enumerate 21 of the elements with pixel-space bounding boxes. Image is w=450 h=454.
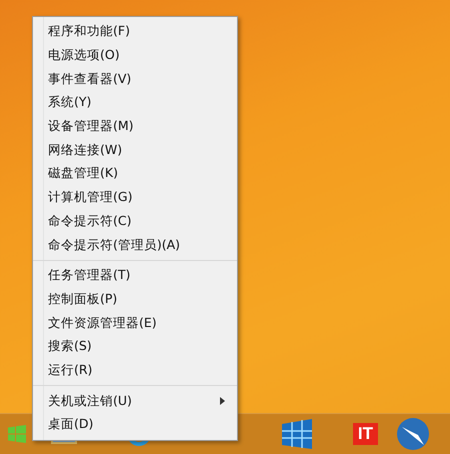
tiles-icon[interactable] bbox=[280, 418, 314, 450]
app-logo-icon[interactable]: IT bbox=[352, 423, 378, 445]
bird-icon[interactable] bbox=[396, 417, 430, 451]
menu-item[interactable]: 桌面(D) bbox=[33, 413, 237, 437]
menu-item[interactable]: 系统(Y) bbox=[33, 91, 237, 115]
menu-item[interactable]: 关机或注销(U) bbox=[33, 389, 237, 413]
menu-item[interactable]: 文件资源管理器(E) bbox=[33, 311, 237, 335]
menu-item[interactable]: 网络连接(W) bbox=[33, 138, 237, 162]
menu-item[interactable]: 磁盘管理(K) bbox=[33, 162, 237, 186]
menu-item[interactable]: 程序和功能(F) bbox=[33, 20, 237, 44]
menu-item[interactable]: 电源选项(O) bbox=[33, 44, 237, 68]
menu-item[interactable]: 任务管理器(T) bbox=[33, 264, 237, 288]
menu-item[interactable]: 计算机管理(G) bbox=[33, 186, 237, 210]
submenu-arrow-icon bbox=[220, 397, 225, 406]
menu-item[interactable]: 运行(R) bbox=[33, 358, 237, 382]
menu-item[interactable]: 搜索(S) bbox=[33, 334, 237, 359]
menu-item[interactable]: 命令提示符(C) bbox=[33, 210, 237, 234]
menu-item[interactable]: 命令提示符(管理员)(A) bbox=[33, 233, 237, 257]
menu-item[interactable]: 控制面板(P) bbox=[33, 288, 237, 312]
menu-item[interactable]: 事件查看器(V) bbox=[33, 67, 237, 92]
menu-item[interactable]: 设备管理器(M) bbox=[33, 114, 237, 138]
